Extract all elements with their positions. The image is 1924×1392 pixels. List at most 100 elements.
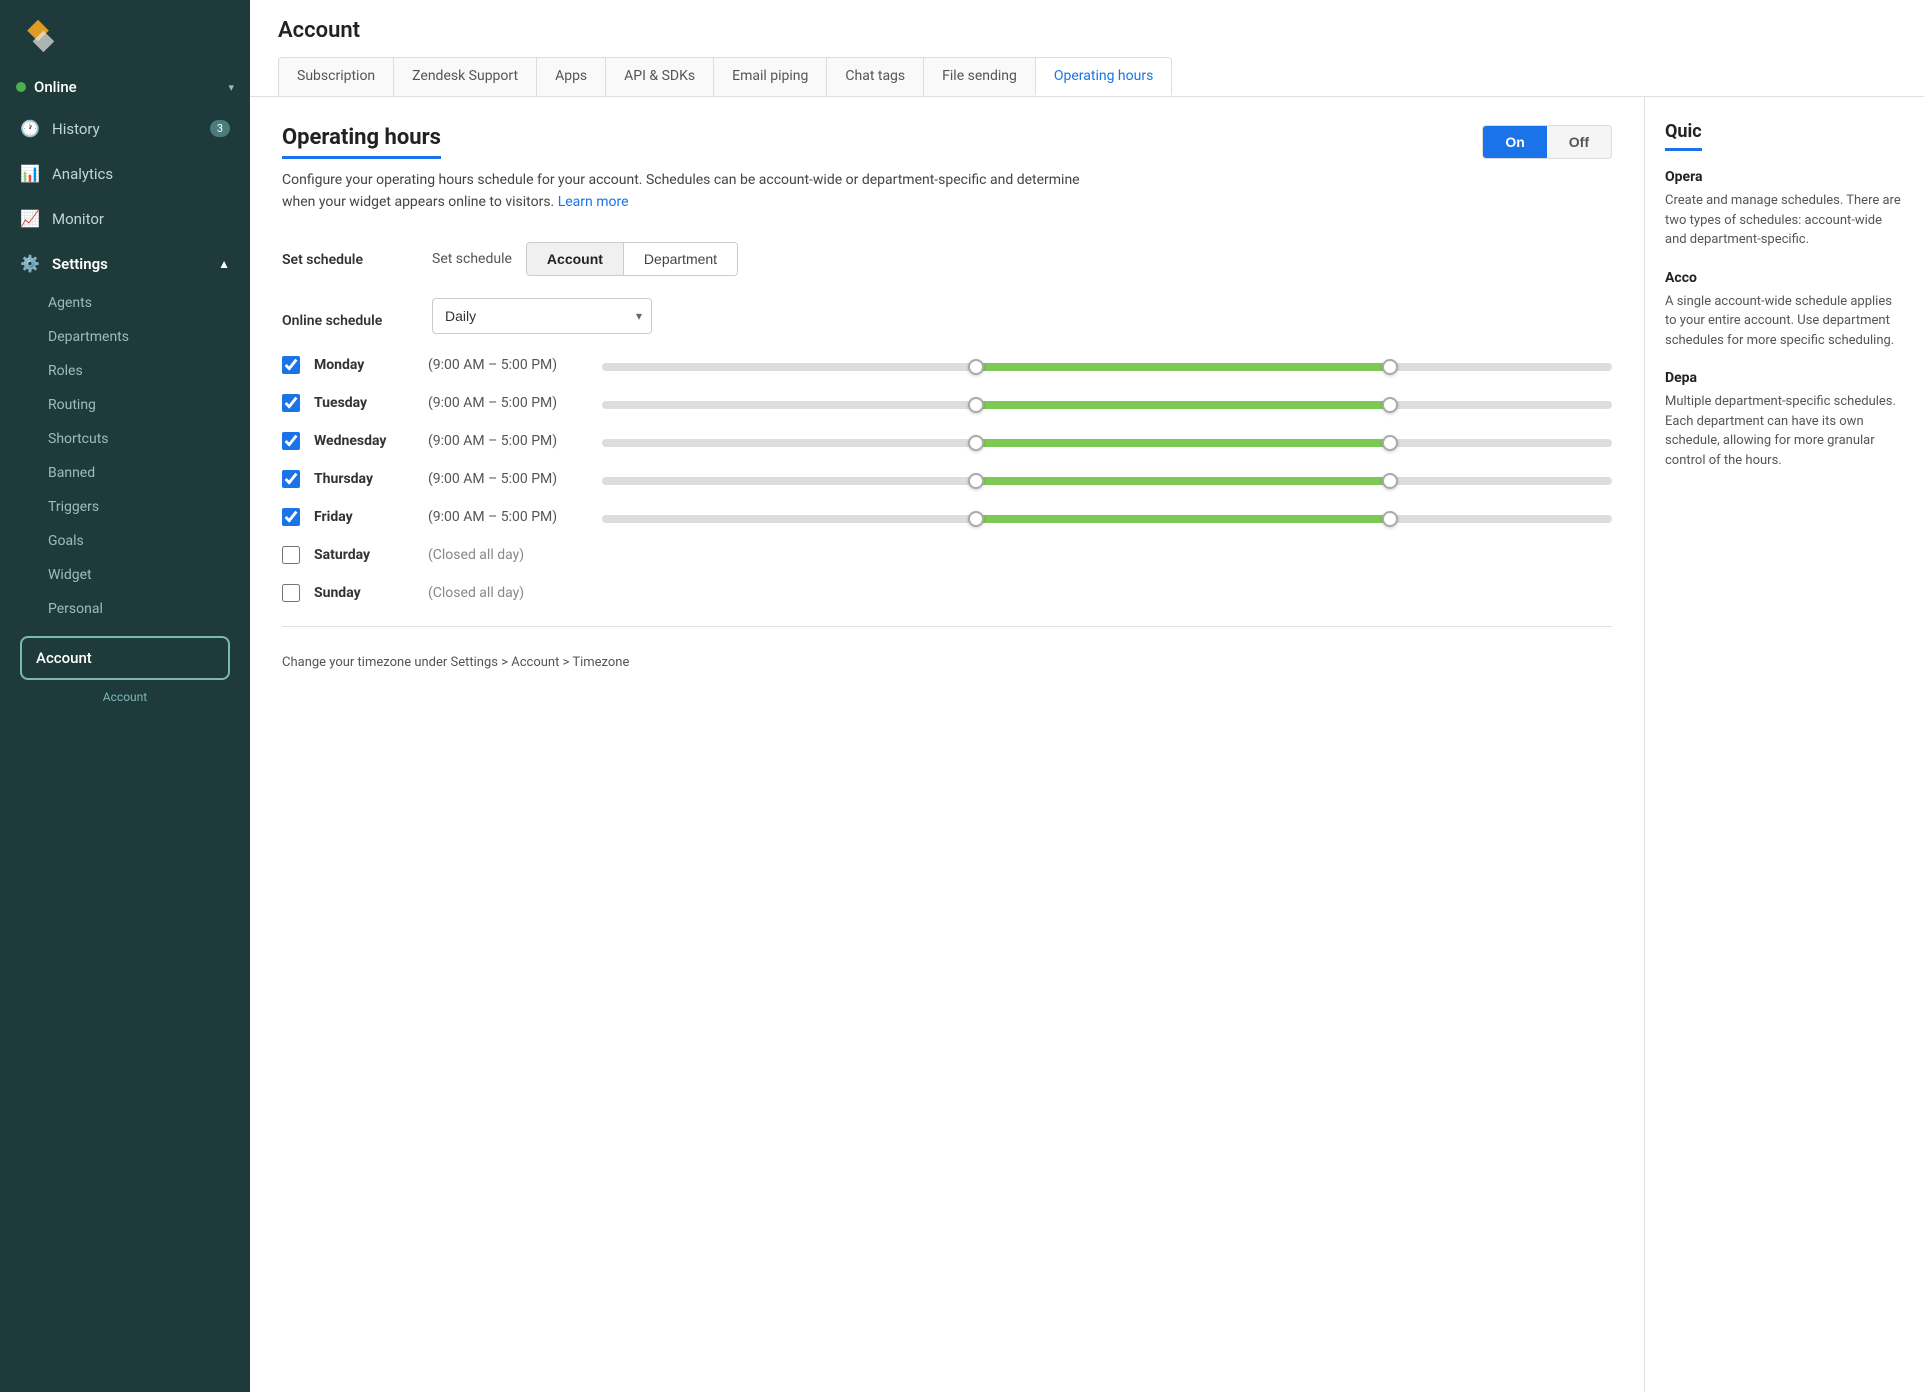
friday-checkbox[interactable]	[282, 508, 300, 526]
sidebar-sub-triggers[interactable]: Triggers	[0, 490, 250, 524]
set-schedule-sub-label: Set schedule	[432, 251, 512, 267]
toggle-off-button[interactable]: Off	[1547, 126, 1611, 158]
sidebar-item-label: Settings	[52, 255, 108, 273]
wednesday-slider-track	[602, 439, 1612, 447]
sidebar-item-monitor[interactable]: 📈 Monitor	[0, 196, 250, 241]
monday-checkbox[interactable]	[282, 356, 300, 374]
on-off-toggle: On Off	[1482, 125, 1612, 159]
content-area: Operating hours On Off Configure your op…	[250, 97, 1924, 1392]
learn-more-link[interactable]: Learn more	[558, 194, 629, 210]
day-row-thursday: Thursday (9:00 AM – 5:00 PM)	[282, 470, 1612, 488]
main-area: Account Subscription Zendesk Support App…	[250, 0, 1924, 1392]
quick-section-acco: Acco A single account-wide schedule appl…	[1665, 270, 1904, 351]
saturday-closed: (Closed all day)	[428, 547, 524, 563]
sidebar-item-label: Monitor	[52, 210, 104, 228]
thursday-checkbox[interactable]	[282, 470, 300, 488]
day-row-wednesday: Wednesday (9:00 AM – 5:00 PM)	[282, 432, 1612, 450]
status-selector[interactable]: Online ▾	[0, 68, 250, 106]
sunday-closed: (Closed all day)	[428, 585, 524, 601]
settings-chevron-icon: ▲	[218, 257, 230, 271]
online-schedule-select[interactable]: Daily Weekly Custom	[432, 298, 652, 334]
friday-label: Friday	[314, 509, 414, 525]
sidebar-sub-widget[interactable]: Widget	[0, 558, 250, 592]
online-schedule-label: Online schedule	[282, 303, 412, 329]
wednesday-slider[interactable]	[602, 435, 1612, 447]
wednesday-label: Wednesday	[314, 433, 414, 449]
sunday-checkbox[interactable]	[282, 584, 300, 602]
tab-file-sending[interactable]: File sending	[923, 57, 1036, 96]
monday-time: (9:00 AM – 5:00 PM)	[428, 357, 588, 373]
page-title: Account	[278, 18, 1896, 43]
day-row-tuesday: Tuesday (9:00 AM – 5:00 PM)	[282, 394, 1612, 412]
page-header: Account Subscription Zendesk Support App…	[250, 0, 1924, 97]
tuesday-label: Tuesday	[314, 395, 414, 411]
sunday-label: Sunday	[314, 585, 414, 601]
section-title-wrapper: Operating hours	[282, 125, 441, 159]
saturday-checkbox[interactable]	[282, 546, 300, 564]
monday-slider-track	[602, 363, 1612, 371]
quick-opera-text: Create and manage schedules. There are t…	[1665, 191, 1904, 250]
settings-icon: ⚙️	[20, 254, 40, 273]
sidebar-item-analytics[interactable]: 📊 Analytics	[0, 151, 250, 196]
tab-bar: Subscription Zendesk Support Apps API & …	[278, 57, 1896, 96]
quick-section-depa: Depa Multiple department-specific schedu…	[1665, 370, 1904, 470]
analytics-icon: 📊	[20, 164, 40, 183]
sidebar-sub-departments[interactable]: Departments	[0, 320, 250, 354]
thursday-label: Thursday	[314, 471, 414, 487]
tab-operating-hours[interactable]: Operating hours	[1035, 57, 1172, 96]
sidebar-sub-banned[interactable]: Banned	[0, 456, 250, 490]
online-schedule-row: Online schedule Daily Weekly Custom ▾	[282, 298, 1612, 334]
quick-acco-title: Acco	[1665, 270, 1904, 286]
sidebar-account-button[interactable]: Account	[20, 636, 230, 680]
sidebar-sub-goals[interactable]: Goals	[0, 524, 250, 558]
timezone-note: Change your timezone under Settings > Ac…	[282, 651, 1612, 670]
quick-title-wrapper: Quic	[1665, 121, 1904, 169]
department-schedule-button[interactable]: Department	[624, 243, 737, 275]
status-label: Online	[34, 78, 220, 96]
friday-slider[interactable]	[602, 511, 1612, 523]
online-dot	[16, 82, 26, 92]
toggle-on-button[interactable]: On	[1483, 126, 1546, 158]
account-schedule-button[interactable]: Account	[527, 243, 624, 275]
section-description: Configure your operating hours schedule …	[282, 169, 1102, 214]
days-section: Monday (9:00 AM – 5:00 PM) Tuesday (9:	[282, 356, 1612, 602]
sidebar-sub-agents[interactable]: Agents	[0, 286, 250, 320]
status-chevron-icon: ▾	[228, 81, 234, 94]
day-row-monday: Monday (9:00 AM – 5:00 PM)	[282, 356, 1612, 374]
quick-section-opera: Opera Create and manage schedules. There…	[1665, 169, 1904, 250]
monday-slider[interactable]	[602, 359, 1612, 371]
tab-apps[interactable]: Apps	[536, 57, 606, 96]
sidebar-item-history[interactable]: 🕐 History 3	[0, 106, 250, 151]
sidebar-sub-routing[interactable]: Routing	[0, 388, 250, 422]
tuesday-slider[interactable]	[602, 397, 1612, 409]
section-title: Operating hours	[282, 125, 441, 159]
tab-subscription[interactable]: Subscription	[278, 57, 394, 96]
wednesday-checkbox[interactable]	[282, 432, 300, 450]
tab-chat-tags[interactable]: Chat tags	[826, 57, 924, 96]
sidebar-sub-shortcuts[interactable]: Shortcuts	[0, 422, 250, 456]
tuesday-time: (9:00 AM – 5:00 PM)	[428, 395, 588, 411]
sidebar-item-settings[interactable]: ⚙️ Settings ▲	[0, 241, 250, 286]
main-content: Operating hours On Off Configure your op…	[250, 97, 1644, 1392]
history-icon: 🕐	[20, 119, 40, 138]
logo-area	[0, 0, 250, 68]
tab-email-piping[interactable]: Email piping	[713, 57, 827, 96]
thursday-slider[interactable]	[602, 473, 1612, 485]
friday-time: (9:00 AM – 5:00 PM)	[428, 509, 588, 525]
sidebar-sub-personal[interactable]: Personal	[0, 592, 250, 626]
day-row-sunday: Sunday (Closed all day)	[282, 584, 1612, 602]
schedule-controls: Set schedule Account Department	[432, 242, 738, 276]
history-badge: 3	[210, 120, 230, 137]
tuesday-checkbox[interactable]	[282, 394, 300, 412]
quick-depa-text: Multiple department-specific schedules. …	[1665, 392, 1904, 470]
monday-label: Monday	[314, 357, 414, 373]
tab-zendesk-support[interactable]: Zendesk Support	[393, 57, 537, 96]
day-row-friday: Friday (9:00 AM – 5:00 PM)	[282, 508, 1612, 526]
sidebar-item-label: Analytics	[52, 165, 113, 183]
tab-api-sdks[interactable]: API & SDKs	[605, 57, 714, 96]
sidebar-item-label: History	[52, 120, 100, 138]
quick-acco-text: A single account-wide schedule applies t…	[1665, 292, 1904, 351]
section-divider	[282, 626, 1612, 627]
day-row-saturday: Saturday (Closed all day)	[282, 546, 1612, 564]
sidebar-sub-roles[interactable]: Roles	[0, 354, 250, 388]
